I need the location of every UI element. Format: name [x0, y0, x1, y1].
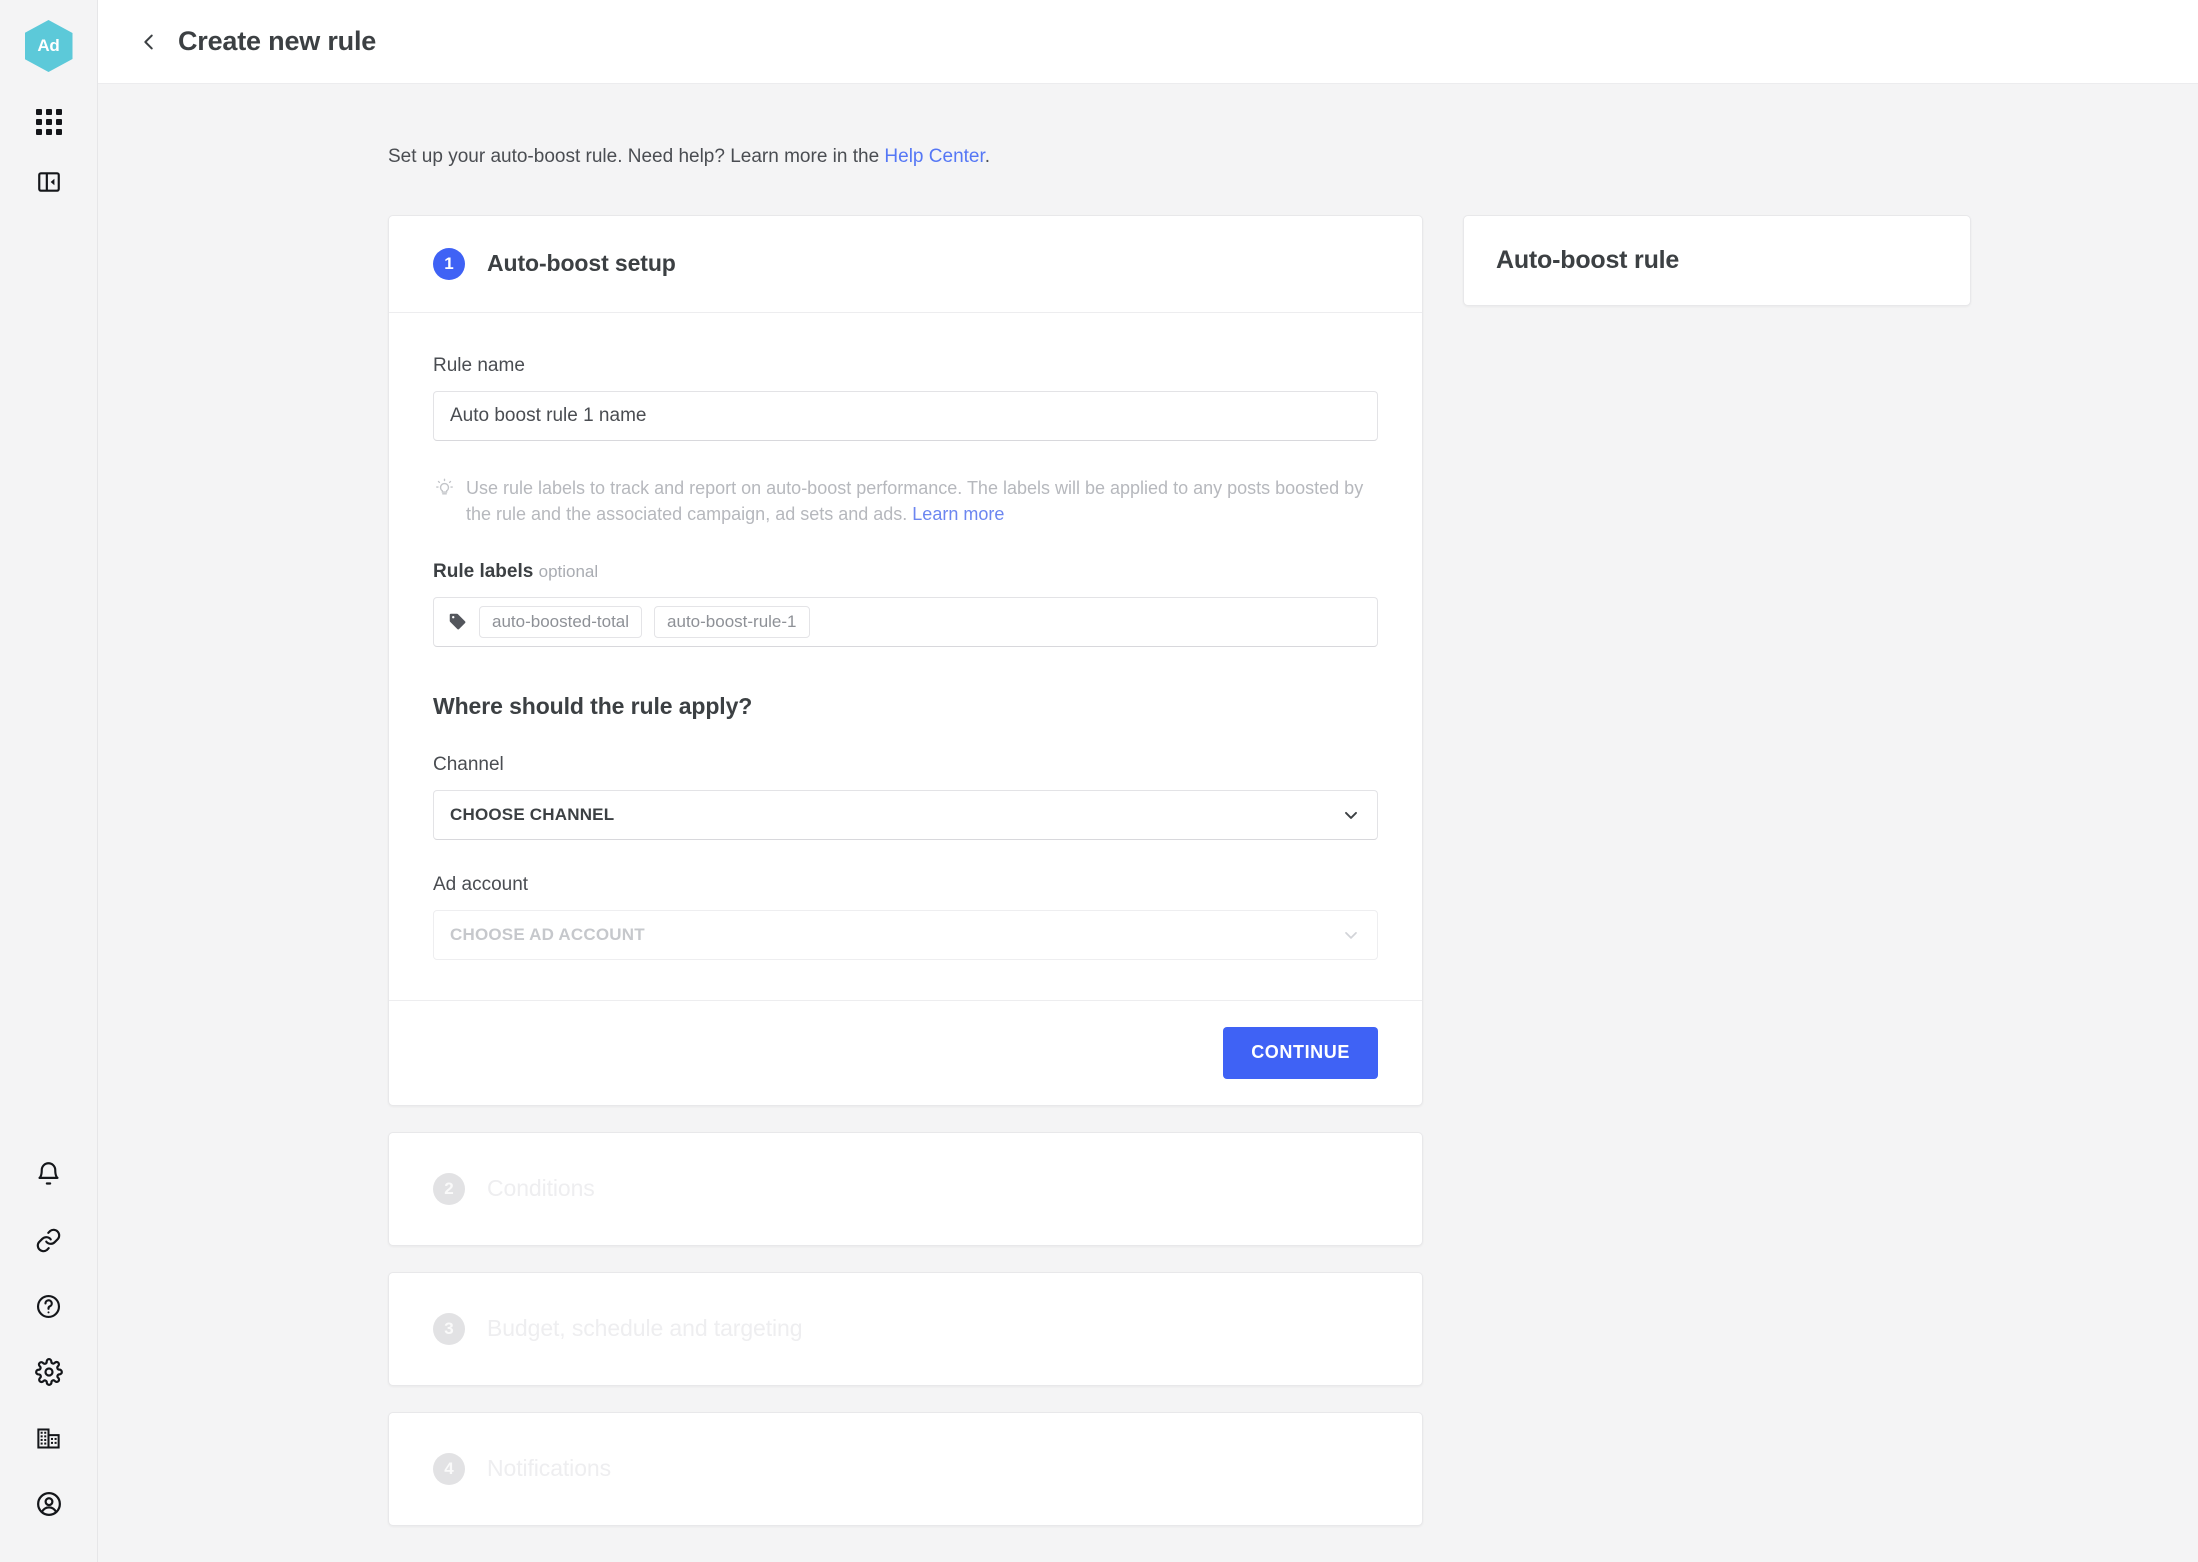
- side-column: Auto-boost rule: [1463, 214, 1971, 306]
- step2-header: 2 Conditions: [389, 1133, 1422, 1245]
- step3-header: 3 Budget, schedule and targeting: [389, 1273, 1422, 1385]
- logo-hexagon: Ad: [24, 20, 73, 72]
- ad-account-select: CHOOSE AD ACCOUNT: [433, 909, 1378, 960]
- rail-bottom-group: [0, 1142, 97, 1532]
- rule-labels-label: Rule labels optional: [433, 561, 1378, 583]
- step3-number-badge: 3: [433, 1312, 465, 1345]
- rule-labels-hint-text: Use rule labels to track and report on a…: [466, 475, 1378, 527]
- step1-title: Auto-boost setup: [487, 250, 676, 277]
- continue-button[interactable]: CONTINUE: [1223, 1026, 1378, 1079]
- channel-select-value: CHOOSE CHANNEL: [450, 804, 615, 824]
- apply-section-title: Where should the rule apply?: [433, 692, 753, 719]
- rule-labels-input[interactable]: auto-boosted-total auto-boost-rule-1: [433, 596, 1378, 647]
- app-root: Ad Create new rule Set up your auto-boos…: [0, 0, 2198, 1562]
- app-logo[interactable]: Ad: [24, 20, 73, 72]
- collapse-sidebar-icon[interactable]: [21, 154, 77, 210]
- main-column: 1 Auto-boost setup Rule name Auto boost …: [388, 214, 1423, 1526]
- ad-account-select-value: CHOOSE AD ACCOUNT: [450, 924, 645, 944]
- rule-labels-optional: optional: [538, 561, 599, 581]
- ad-account-field-block: Ad account CHOOSE AD ACCOUNT: [433, 874, 1378, 960]
- ad-account-label: Ad account: [433, 873, 529, 895]
- top-bar: Create new rule: [98, 0, 2198, 84]
- gear-icon[interactable]: [21, 1344, 77, 1400]
- step-card-notifications[interactable]: 4 Notifications: [388, 1411, 1423, 1526]
- step-card-conditions[interactable]: 2 Conditions: [388, 1131, 1423, 1246]
- rule-name-input[interactable]: [433, 390, 1378, 441]
- intro-text-after: .: [984, 146, 991, 167]
- step2-number-badge: 2: [433, 1172, 465, 1205]
- rule-label-tag[interactable]: auto-boosted-total: [479, 605, 643, 638]
- back-chevron-icon[interactable]: [132, 25, 166, 59]
- channel-select[interactable]: CHOOSE CHANNEL: [433, 789, 1378, 840]
- rule-labels-field-block: Rule labels optional auto-boosted-total …: [433, 561, 1378, 647]
- building-icon[interactable]: [21, 1410, 77, 1466]
- step4-number-badge: 4: [433, 1452, 465, 1485]
- columns: 1 Auto-boost setup Rule name Auto boost …: [388, 214, 2158, 1526]
- link-icon[interactable]: [21, 1212, 77, 1268]
- rule-labels-label-text: Rule labels: [433, 560, 534, 582]
- apps-grid-dots: [35, 109, 62, 135]
- rule-name-field-block: Rule name: [433, 355, 1378, 441]
- main-region: Create new rule Set up your auto-boost r…: [98, 0, 2198, 1562]
- content-scroll-area: Set up your auto-boost rule. Need help? …: [98, 84, 2198, 1562]
- help-icon[interactable]: [21, 1278, 77, 1334]
- step2-title: Conditions: [487, 1175, 595, 1202]
- intro-text-before: Set up your auto-boost rule. Need help? …: [388, 146, 885, 167]
- step1-footer: CONTINUE: [389, 999, 1422, 1105]
- help-center-link[interactable]: Help Center: [884, 146, 984, 167]
- rule-name-label: Rule name: [433, 354, 525, 376]
- auto-boost-rule-summary-card: Auto-boost rule: [1463, 214, 1971, 306]
- rail-top-group: Ad: [21, 0, 77, 210]
- channel-label: Channel: [433, 753, 504, 775]
- step3-title: Budget, schedule and targeting: [487, 1315, 803, 1342]
- step-card-budget-schedule-targeting[interactable]: 3 Budget, schedule and targeting: [388, 1271, 1423, 1386]
- logo-text: Ad: [37, 36, 60, 55]
- apps-grid-icon[interactable]: [21, 94, 77, 150]
- intro-text: Set up your auto-boost rule. Need help? …: [388, 144, 2158, 171]
- bell-icon[interactable]: [21, 1146, 77, 1202]
- learn-more-link[interactable]: Learn more: [912, 504, 1004, 524]
- channel-field-block: Channel CHOOSE CHANNEL: [433, 754, 1378, 840]
- step4-title: Notifications: [487, 1455, 611, 1482]
- step1-header: 1 Auto-boost setup: [389, 216, 1422, 313]
- content-inner: Set up your auto-boost rule. Need help? …: [98, 144, 2198, 1526]
- side-panel-title: Auto-boost rule: [1496, 245, 1680, 274]
- rule-label-tag[interactable]: auto-boost-rule-1: [654, 605, 810, 638]
- account-icon[interactable]: [21, 1476, 77, 1532]
- page-title: Create new rule: [178, 26, 377, 56]
- chevron-down-icon: [1341, 925, 1361, 945]
- step1-number-badge: 1: [433, 247, 465, 280]
- lightbulb-icon: [435, 478, 454, 527]
- chevron-down-icon: [1341, 805, 1361, 825]
- rule-labels-hint: Use rule labels to track and report on a…: [433, 475, 1378, 527]
- step-card-auto-boost-setup: 1 Auto-boost setup Rule name Auto boost …: [388, 214, 1423, 1106]
- step4-header: 4 Notifications: [389, 1413, 1422, 1525]
- step1-body: Rule name Auto boost rule 1 name Use rul…: [389, 313, 1422, 1000]
- left-rail: Ad: [0, 0, 98, 1562]
- tag-icon: [448, 612, 467, 631]
